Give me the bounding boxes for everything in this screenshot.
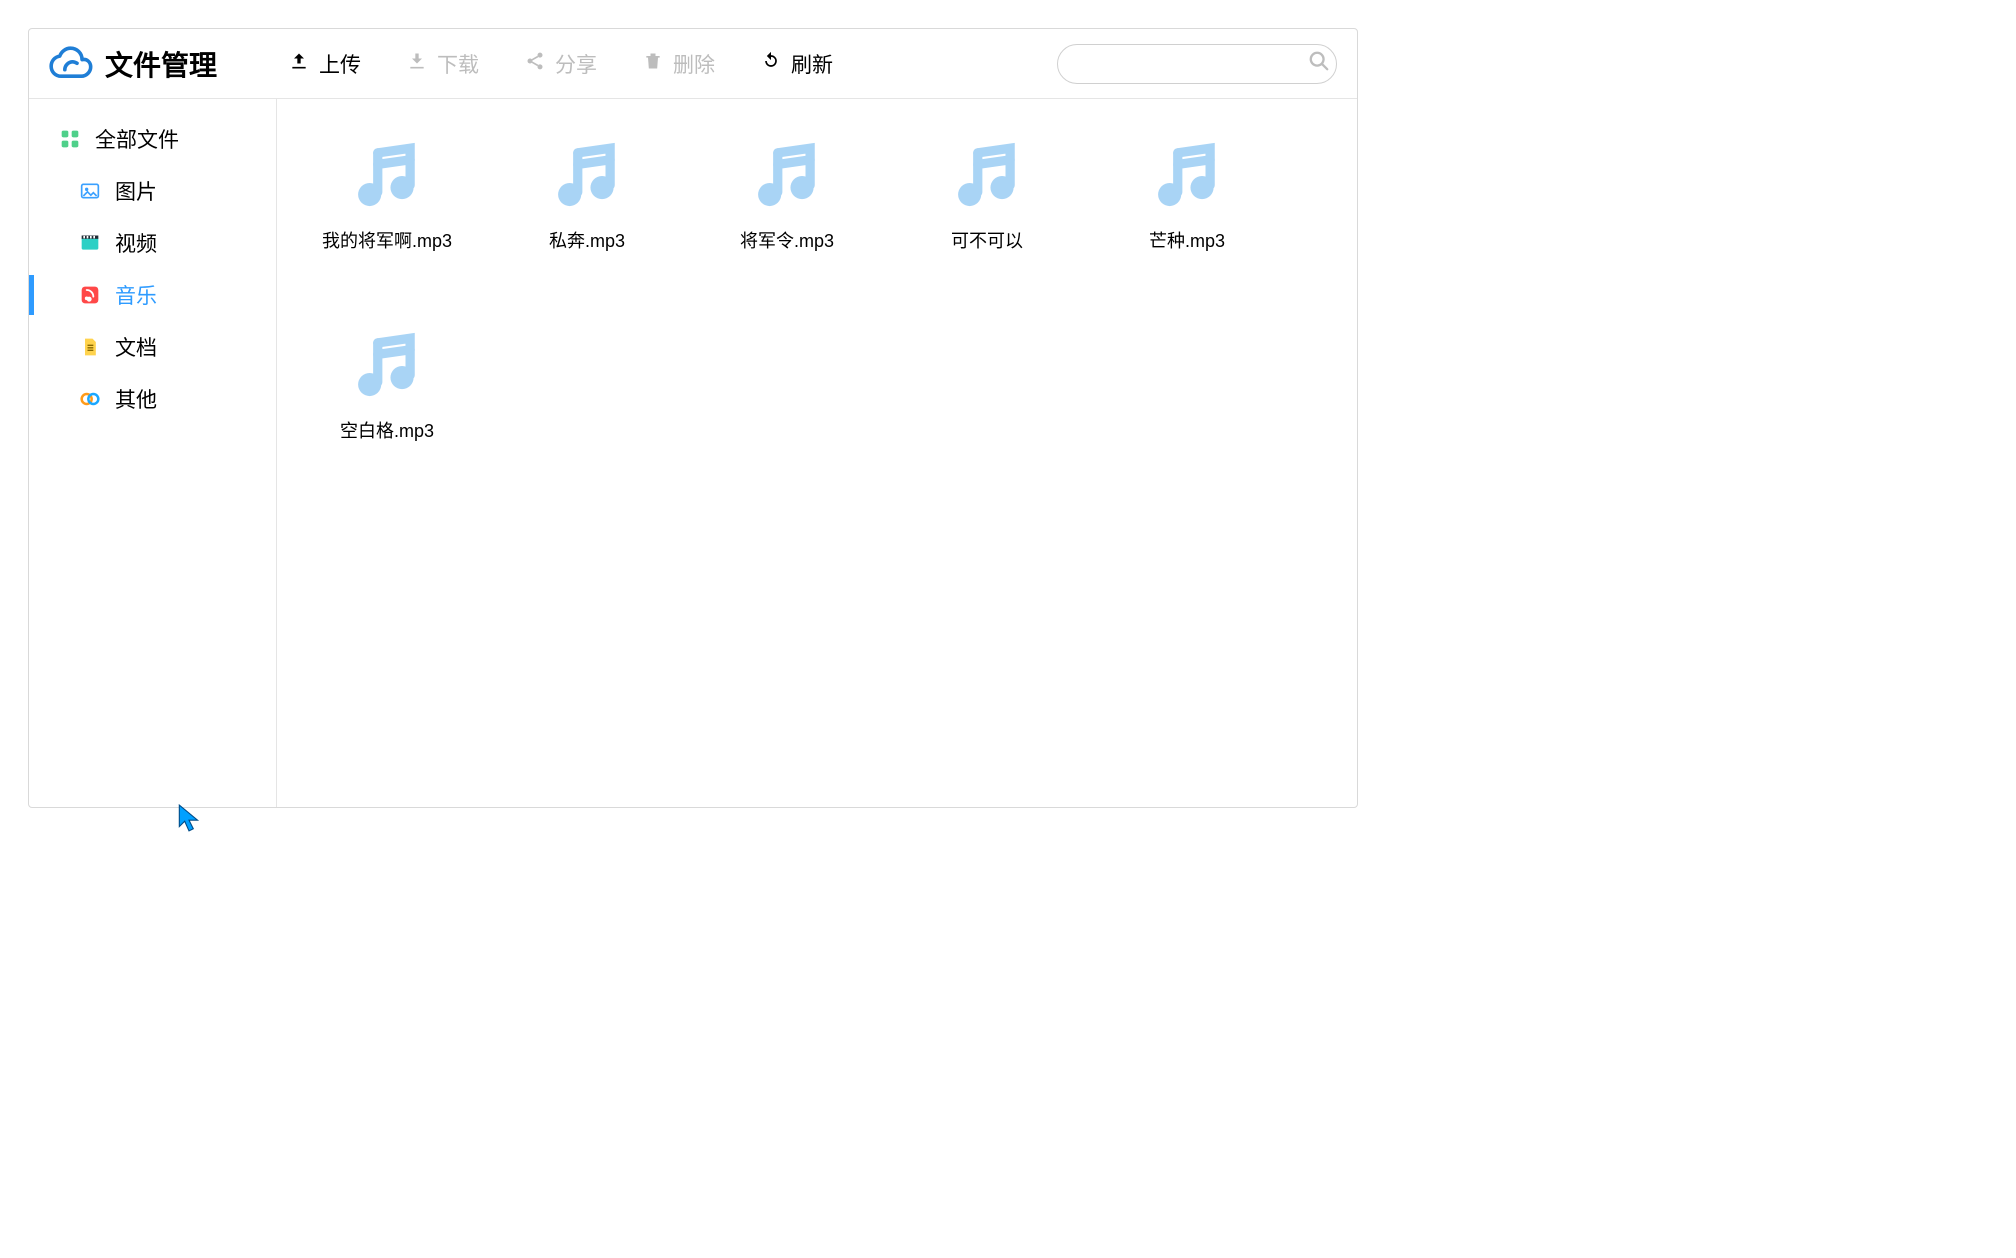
sidebar-item-music[interactable]: 音乐 — [29, 269, 276, 321]
upload-label: 上传 — [319, 49, 361, 79]
download-icon — [407, 51, 427, 77]
file-name: 芒种.mp3 — [1149, 227, 1225, 253]
sidebar-item-video[interactable]: 视频 — [29, 217, 276, 269]
sidebar-item-label: 文档 — [115, 332, 157, 362]
music-icon — [79, 284, 101, 306]
body: 全部文件 图片 视频 音乐 文档 其他 — [29, 99, 1357, 807]
sidebar-item-all[interactable]: 全部文件 — [29, 113, 276, 165]
app-title: 文件管理 — [105, 44, 217, 84]
upload-icon — [289, 51, 309, 77]
sidebar-item-label: 图片 — [115, 176, 157, 206]
file-item[interactable]: 可不可以 — [887, 133, 1087, 323]
music-file-icon — [550, 139, 624, 213]
toolbar: 文件管理 上传 下载 分享 — [29, 29, 1357, 99]
search-box[interactable] — [1057, 44, 1337, 84]
doc-icon — [79, 336, 101, 358]
share-icon — [525, 51, 545, 77]
file-item[interactable]: 空白格.mp3 — [287, 323, 487, 513]
delete-label: 删除 — [673, 49, 715, 79]
download-label: 下载 — [437, 49, 479, 79]
sidebar-item-doc[interactable]: 文档 — [29, 321, 276, 373]
sidebar-item-other[interactable]: 其他 — [29, 373, 276, 425]
file-name: 我的将军啊.mp3 — [322, 227, 452, 253]
file-name: 空白格.mp3 — [340, 417, 434, 443]
share-label: 分享 — [555, 49, 597, 79]
image-icon — [79, 180, 101, 202]
sidebar: 全部文件 图片 视频 音乐 文档 其他 — [29, 99, 277, 807]
sidebar-item-label: 音乐 — [115, 280, 157, 310]
search-icon — [1308, 50, 1330, 78]
file-item[interactable]: 我的将军啊.mp3 — [287, 133, 487, 323]
sidebar-item-label: 其他 — [115, 384, 157, 414]
brand: 文件管理 — [49, 41, 217, 87]
other-icon — [79, 388, 101, 410]
download-button[interactable]: 下载 — [393, 43, 493, 85]
upload-button[interactable]: 上传 — [275, 43, 375, 85]
grid-icon — [59, 128, 81, 150]
music-file-icon — [350, 139, 424, 213]
file-name: 私奔.mp3 — [549, 227, 625, 253]
mouse-cursor-icon — [178, 804, 200, 838]
file-name: 将军令.mp3 — [740, 227, 834, 253]
file-item[interactable]: 私奔.mp3 — [487, 133, 687, 323]
refresh-icon — [761, 51, 781, 77]
music-file-icon — [950, 139, 1024, 213]
share-button[interactable]: 分享 — [511, 43, 611, 85]
video-icon — [79, 232, 101, 254]
search-input[interactable] — [1076, 53, 1308, 74]
file-grid: 我的将军啊.mp3 私奔.mp3 将军令.mp3 可不可以 芒种.mp3 空白格 — [277, 99, 1357, 807]
delete-button[interactable]: 删除 — [629, 43, 729, 85]
file-item[interactable]: 芒种.mp3 — [1087, 133, 1287, 323]
music-file-icon — [750, 139, 824, 213]
file-item[interactable]: 将军令.mp3 — [687, 133, 887, 323]
cloud-logo-icon — [49, 41, 95, 87]
refresh-label: 刷新 — [791, 49, 833, 79]
file-manager-window: 文件管理 上传 下载 分享 — [28, 28, 1358, 808]
trash-icon — [643, 51, 663, 77]
sidebar-item-image[interactable]: 图片 — [29, 165, 276, 217]
music-file-icon — [1150, 139, 1224, 213]
refresh-button[interactable]: 刷新 — [747, 43, 847, 85]
music-file-icon — [350, 329, 424, 403]
file-name: 可不可以 — [951, 227, 1023, 253]
sidebar-item-label: 视频 — [115, 228, 157, 258]
sidebar-item-label: 全部文件 — [95, 124, 179, 154]
